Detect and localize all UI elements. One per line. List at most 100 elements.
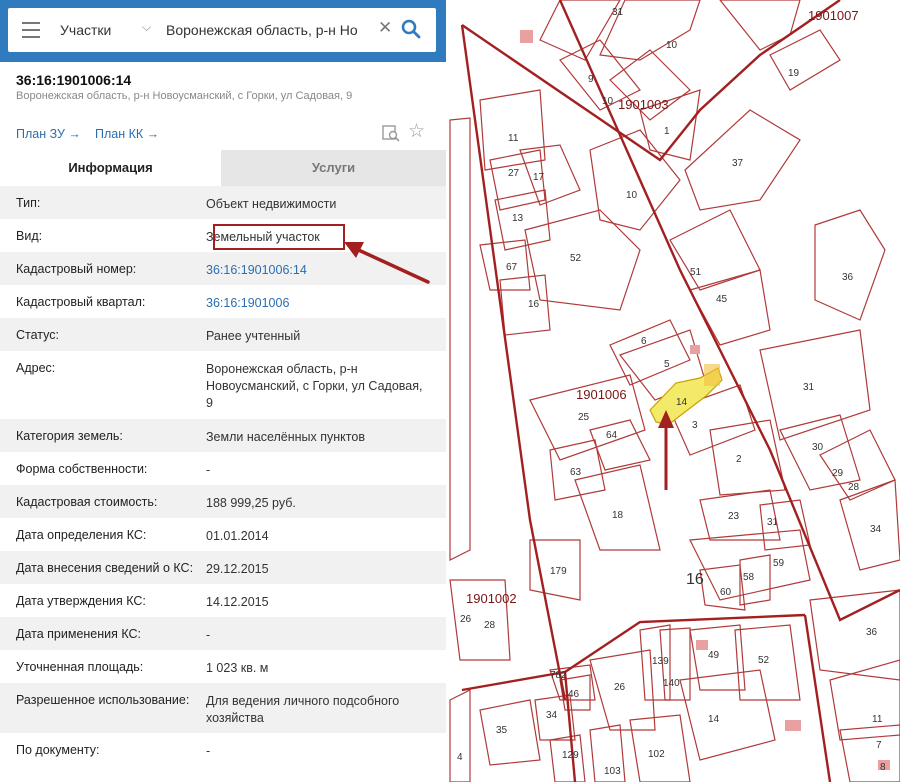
parcel-label: 34 [870,524,882,535]
info-value: - [206,744,211,758]
parcel-label: 16 [686,571,704,588]
selected-parcel-building [704,364,720,386]
search-icon[interactable] [401,19,421,39]
parcel-label: 36 [866,627,878,638]
chevron-down-icon[interactable]: ⌵ [142,20,151,35]
parcel-label: 46 [568,689,580,700]
info-label: Дата внесения сведений о КС: [16,561,194,575]
info-label: Категория земель: [16,429,123,443]
parcel-label: 102 [648,749,665,760]
star-icon[interactable]: ☆ [408,122,425,141]
parcel-label: 34 [546,710,558,721]
parcel-label: 19 [788,68,800,79]
info-label: Дата утверждения КС: [16,594,146,608]
close-icon[interactable]: ✕ [378,18,392,38]
info-label: Статус: [16,328,59,342]
parcel-label: 49 [708,650,720,661]
quarter-label: 1901007 [808,8,859,23]
info-label: По документу: [16,743,100,757]
parcel-label: 26 [460,614,472,625]
parcel-label: 3 [692,420,698,431]
info-value: Воронежская область, р-н Новоусманский, … [206,362,423,410]
parcel-label: 9 [588,74,594,85]
info-row: Дата применения КС: - [0,617,446,650]
quarter-label: 1901002 [466,591,517,606]
parcel-label: 28 [484,620,496,631]
parcel-label: 63 [570,467,582,478]
info-row: Разрешенное использование: Для ведения л… [0,683,446,733]
info-panel: Участки ⌵ ✕ 36:16:1901006:14 Воронежская… [0,0,446,782]
parcel-label: 52 [570,253,582,264]
search-input[interactable] [166,18,374,42]
parcel-label: 1 [664,126,670,137]
parcel-label: 58 [743,572,755,583]
info-label: Дата определения КС: [16,528,147,542]
info-row: Дата внесения сведений о КС: 29.12.2015 [0,551,446,584]
parcel-label: 6 [641,336,647,347]
parcel-label: 10 [626,190,638,201]
parcel-label: 37 [732,158,744,169]
tab-info[interactable]: Информация [0,150,221,186]
parcel-label: 103 [604,766,621,777]
parcel-label: 16 [528,299,540,310]
info-label: Форма собственности: [16,462,148,476]
info-value: 1 023 кв. м [206,661,269,675]
parcel-label: 35 [496,725,508,736]
parcel-label: 67 [506,262,518,273]
parcel-label: 7 [876,740,882,751]
info-label: Дата применения КС: [16,627,142,641]
info-label: Уточненная площадь: [16,660,144,674]
zoom-to-object-icon[interactable] [382,124,400,142]
parcel-label: 52 [758,655,770,666]
menu-icon[interactable] [22,22,40,38]
info-value: Для ведения личного подсобного хозяйства [206,694,400,725]
info-value: 01.01.2014 [206,529,269,543]
plan-zu-link[interactable]: План ЗУ → [16,127,81,141]
tab-services[interactable]: Услуги [221,150,446,186]
parcel-label: 27 [508,168,520,179]
info-row: По документу: - [0,733,446,767]
info-row: Категория земель: Земли населённых пункт… [0,419,446,452]
parcel-label: 13 [512,213,524,224]
info-label: Адрес: [16,361,56,375]
layer-select[interactable]: Участки [60,22,111,38]
info-row: Статус: Ранее учтенный [0,318,446,351]
info-label: Вид: [16,229,43,243]
parcel-label: 45 [716,294,728,305]
parcel-label: 25 [578,412,590,423]
plan-kk-link[interactable]: План КК → [95,127,159,141]
info-row: Форма собственности: - [0,452,446,485]
info-value: - [206,463,211,477]
parcel-label: 17 [533,172,545,183]
quarter-label: 1901006 [576,387,627,402]
annotation-highlight-box [213,224,345,250]
parcel-label: 11 [872,714,883,725]
parcel-label: 14 [676,397,688,408]
info-label: Кадастровый номер: [16,262,137,276]
info-label: Кадастровый квартал: [16,295,146,309]
map-canvas: 1901007 1901003 1901006 1901002 31 10 19… [449,0,900,782]
parcel-label: 26 [614,682,626,693]
parcel-label: 31 [612,7,624,18]
parcel-label: 59 [773,558,785,569]
quarter-label: 1901003 [618,97,669,112]
tabs: Информация Услуги [0,150,446,186]
parcel-label: 18 [612,510,624,521]
cadastral-map[interactable]: 1901007 1901003 1901006 1901002 31 10 19… [446,0,900,782]
parcel-label: 10 [602,96,614,107]
parcel-label: 29 [832,468,844,479]
parcel-label: 139 [652,656,669,667]
parcel-label: 30 [812,442,824,453]
parcel-label: 129 [562,750,579,761]
info-label: Тип: [16,196,41,210]
annotation-arrow-icon [344,242,430,284]
parcel-label: 4 [457,752,463,763]
info-value: Ранее учтенный [206,329,301,343]
parcel-label: 23 [728,511,740,522]
info-value: 14.12.2015 [206,595,269,609]
parcel-label: 5 [664,359,670,370]
parcel-label: 8 [880,762,886,773]
parcel-label: 36 [842,272,854,283]
parcel-label: 179 [550,566,567,577]
info-label: Кадастровая стоимость: [16,495,158,509]
